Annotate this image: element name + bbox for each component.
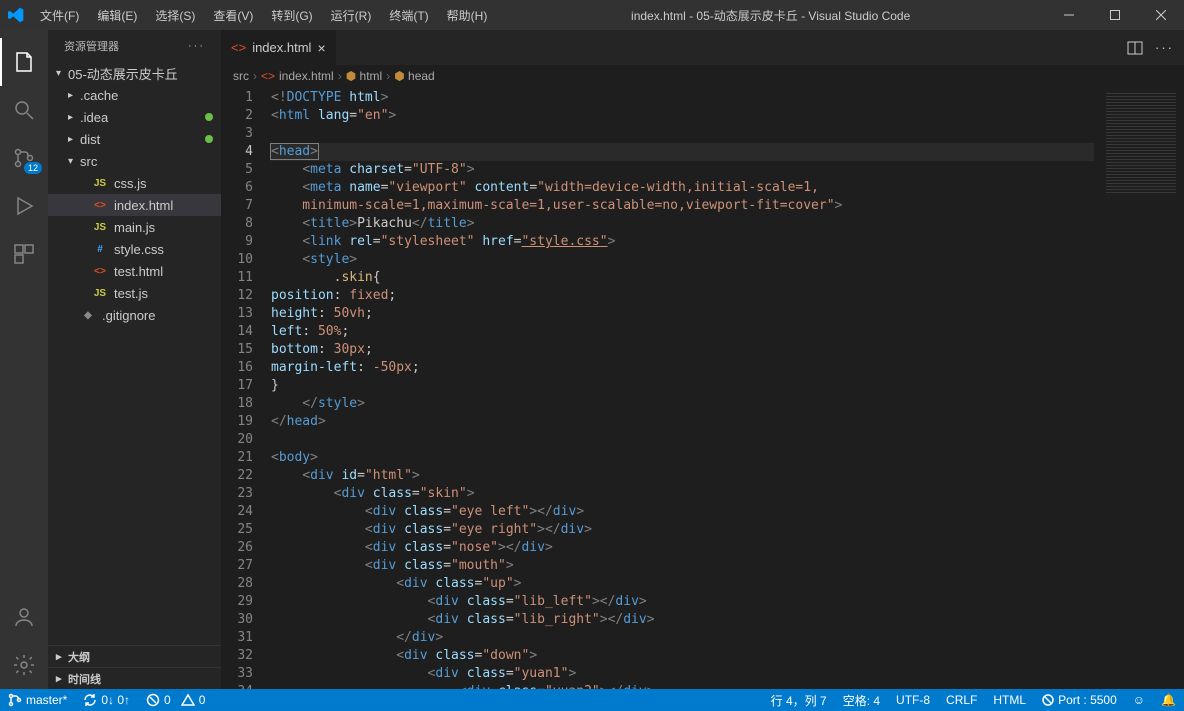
minimap[interactable]	[1094, 87, 1184, 689]
accounts-icon[interactable]	[0, 593, 48, 641]
minimize-button[interactable]	[1046, 0, 1092, 30]
sidebar-header: 资源管理器 ···	[48, 30, 221, 62]
tree-item[interactable]: <>index.html	[48, 194, 221, 216]
tree-item[interactable]: <>test.html	[48, 260, 221, 282]
menu-item[interactable]: 运行(R)	[323, 3, 380, 28]
activitybar: 12	[0, 30, 48, 689]
breadcrumbs[interactable]: src›<>index.html›⬢ html›⬢ head	[221, 65, 1184, 87]
menu-item[interactable]: 文件(F)	[32, 3, 87, 28]
vscode-logo-icon	[8, 7, 24, 23]
tree-item[interactable]: JStest.js	[48, 282, 221, 304]
settings-gear-icon[interactable]	[0, 641, 48, 689]
tree-item[interactable]: ▾05-动态展示皮卡丘	[48, 62, 221, 84]
tree-item[interactable]: JSmain.js	[48, 216, 221, 238]
window-controls	[1046, 0, 1184, 30]
scm-badge: 12	[24, 162, 42, 174]
maximize-button[interactable]	[1092, 0, 1138, 30]
editor-group: <> index.html × ··· src›<>index.html›⬢ h…	[221, 30, 1184, 689]
language-mode[interactable]: HTML	[985, 689, 1034, 711]
more-icon[interactable]: ···	[188, 40, 205, 52]
tree-item[interactable]: ▸.cache	[48, 84, 221, 106]
tree-item[interactable]: JScss.js	[48, 172, 221, 194]
search-icon[interactable]	[0, 86, 48, 134]
menu-item[interactable]: 转到(G)	[263, 3, 320, 28]
tree-item[interactable]: ▾src	[48, 150, 221, 172]
breadcrumb-item[interactable]: <>index.html	[261, 69, 334, 83]
eol[interactable]: CRLF	[938, 689, 985, 711]
explorer-icon[interactable]	[0, 38, 48, 86]
statusbar: master* 0↓ 0↑ 0 0 行 4，列 7 空格: 4 UTF-8 CR…	[0, 689, 1184, 711]
sidebar-bottom: ▸ 大纲▸ 时间线	[48, 645, 221, 689]
notifications-bell-icon[interactable]: 🔔	[1153, 689, 1184, 711]
code-content[interactable]: <!DOCTYPE html><html lang="en"> <head> <…	[271, 87, 1094, 689]
run-debug-icon[interactable]	[0, 182, 48, 230]
menu-item[interactable]: 查看(V)	[205, 3, 261, 28]
menubar: 文件(F)编辑(E)选择(S)查看(V)转到(G)运行(R)终端(T)帮助(H)	[32, 3, 495, 28]
sidebar-title: 资源管理器	[64, 38, 119, 54]
menu-item[interactable]: 编辑(E)	[89, 3, 145, 28]
more-actions-icon[interactable]: ···	[1155, 40, 1174, 55]
titlebar: 文件(F)编辑(E)选择(S)查看(V)转到(G)运行(R)终端(T)帮助(H)…	[0, 0, 1184, 30]
window-title: index.html - 05-动态展示皮卡丘 - Visual Studio …	[495, 7, 1046, 24]
tab-index-html[interactable]: <> index.html ×	[221, 30, 337, 65]
menu-item[interactable]: 帮助(H)	[439, 3, 496, 28]
live-server-port[interactable]: Port : 5500	[1034, 689, 1125, 711]
feedback-icon[interactable]: ☺	[1125, 689, 1153, 711]
cursor-position[interactable]: 行 4，列 7	[763, 689, 835, 711]
editor-tabs: <> index.html × ···	[221, 30, 1184, 65]
sidebar-section[interactable]: ▸ 时间线	[48, 667, 221, 689]
tree-item[interactable]: ◆.gitignore	[48, 304, 221, 326]
extensions-icon[interactable]	[0, 230, 48, 278]
encoding[interactable]: UTF-8	[888, 689, 938, 711]
sidebar: 资源管理器 ··· ▾05-动态展示皮卡丘▸.cache▸.idea▸dist▾…	[48, 30, 221, 689]
editor[interactable]: 1234567891011121314151617181920212223242…	[221, 87, 1184, 689]
close-button[interactable]	[1138, 0, 1184, 30]
line-gutter: 1234567891011121314151617181920212223242…	[221, 87, 271, 689]
sidebar-section[interactable]: ▸ 大纲	[48, 645, 221, 667]
indentation[interactable]: 空格: 4	[835, 689, 888, 711]
breadcrumb-item[interactable]: ⬢ html	[346, 69, 382, 83]
tree-item[interactable]: ▸.idea	[48, 106, 221, 128]
sync-item[interactable]: 0↓ 0↑	[75, 689, 138, 711]
source-control-icon[interactable]: 12	[0, 134, 48, 182]
tree-item[interactable]: ▸dist	[48, 128, 221, 150]
menu-item[interactable]: 终端(T)	[381, 3, 436, 28]
file-tree: ▾05-动态展示皮卡丘▸.cache▸.idea▸dist▾srcJScss.j…	[48, 62, 221, 645]
tree-item[interactable]: #style.css	[48, 238, 221, 260]
menu-item[interactable]: 选择(S)	[147, 3, 203, 28]
problems-item[interactable]: 0 0	[138, 689, 213, 711]
tab-label: index.html	[252, 40, 311, 55]
breadcrumb-item[interactable]: src	[233, 69, 249, 83]
breadcrumb-item[interactable]: ⬢ head	[394, 69, 435, 83]
tab-close-icon[interactable]: ×	[317, 40, 325, 56]
branch-item[interactable]: master*	[0, 689, 75, 711]
split-editor-icon[interactable]	[1127, 40, 1143, 56]
html-file-icon: <>	[231, 40, 246, 55]
